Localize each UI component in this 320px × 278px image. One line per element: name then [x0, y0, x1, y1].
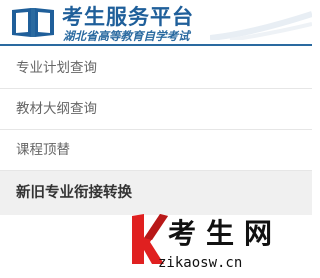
- watermark-url: zikaosw.cn: [158, 255, 243, 271]
- watermark-title: 考生网: [168, 217, 283, 250]
- menu-item-major-plan-query[interactable]: 专业计划查询: [0, 48, 312, 89]
- platform-title: 考生服务平台: [62, 5, 194, 29]
- menu-item-textbook-syllabus-query[interactable]: 教材大纲查询: [0, 89, 312, 130]
- menu-item-course-substitution[interactable]: 课程顶替: [0, 130, 312, 171]
- page: 考生服务平台 湖北省高等教育自学考试 专业计划查询 教材大纲查询 课程顶替 新旧…: [0, 0, 312, 278]
- platform-header: 考生服务平台 湖北省高等教育自学考试: [0, 0, 312, 46]
- platform-subtitle: 湖北省高等教育自学考试: [63, 29, 190, 43]
- side-menu: 专业计划查询 教材大纲查询 课程顶替 新旧专业衔接转换: [0, 48, 312, 215]
- open-book-icon: [12, 8, 54, 37]
- header-decoration: [210, 11, 312, 40]
